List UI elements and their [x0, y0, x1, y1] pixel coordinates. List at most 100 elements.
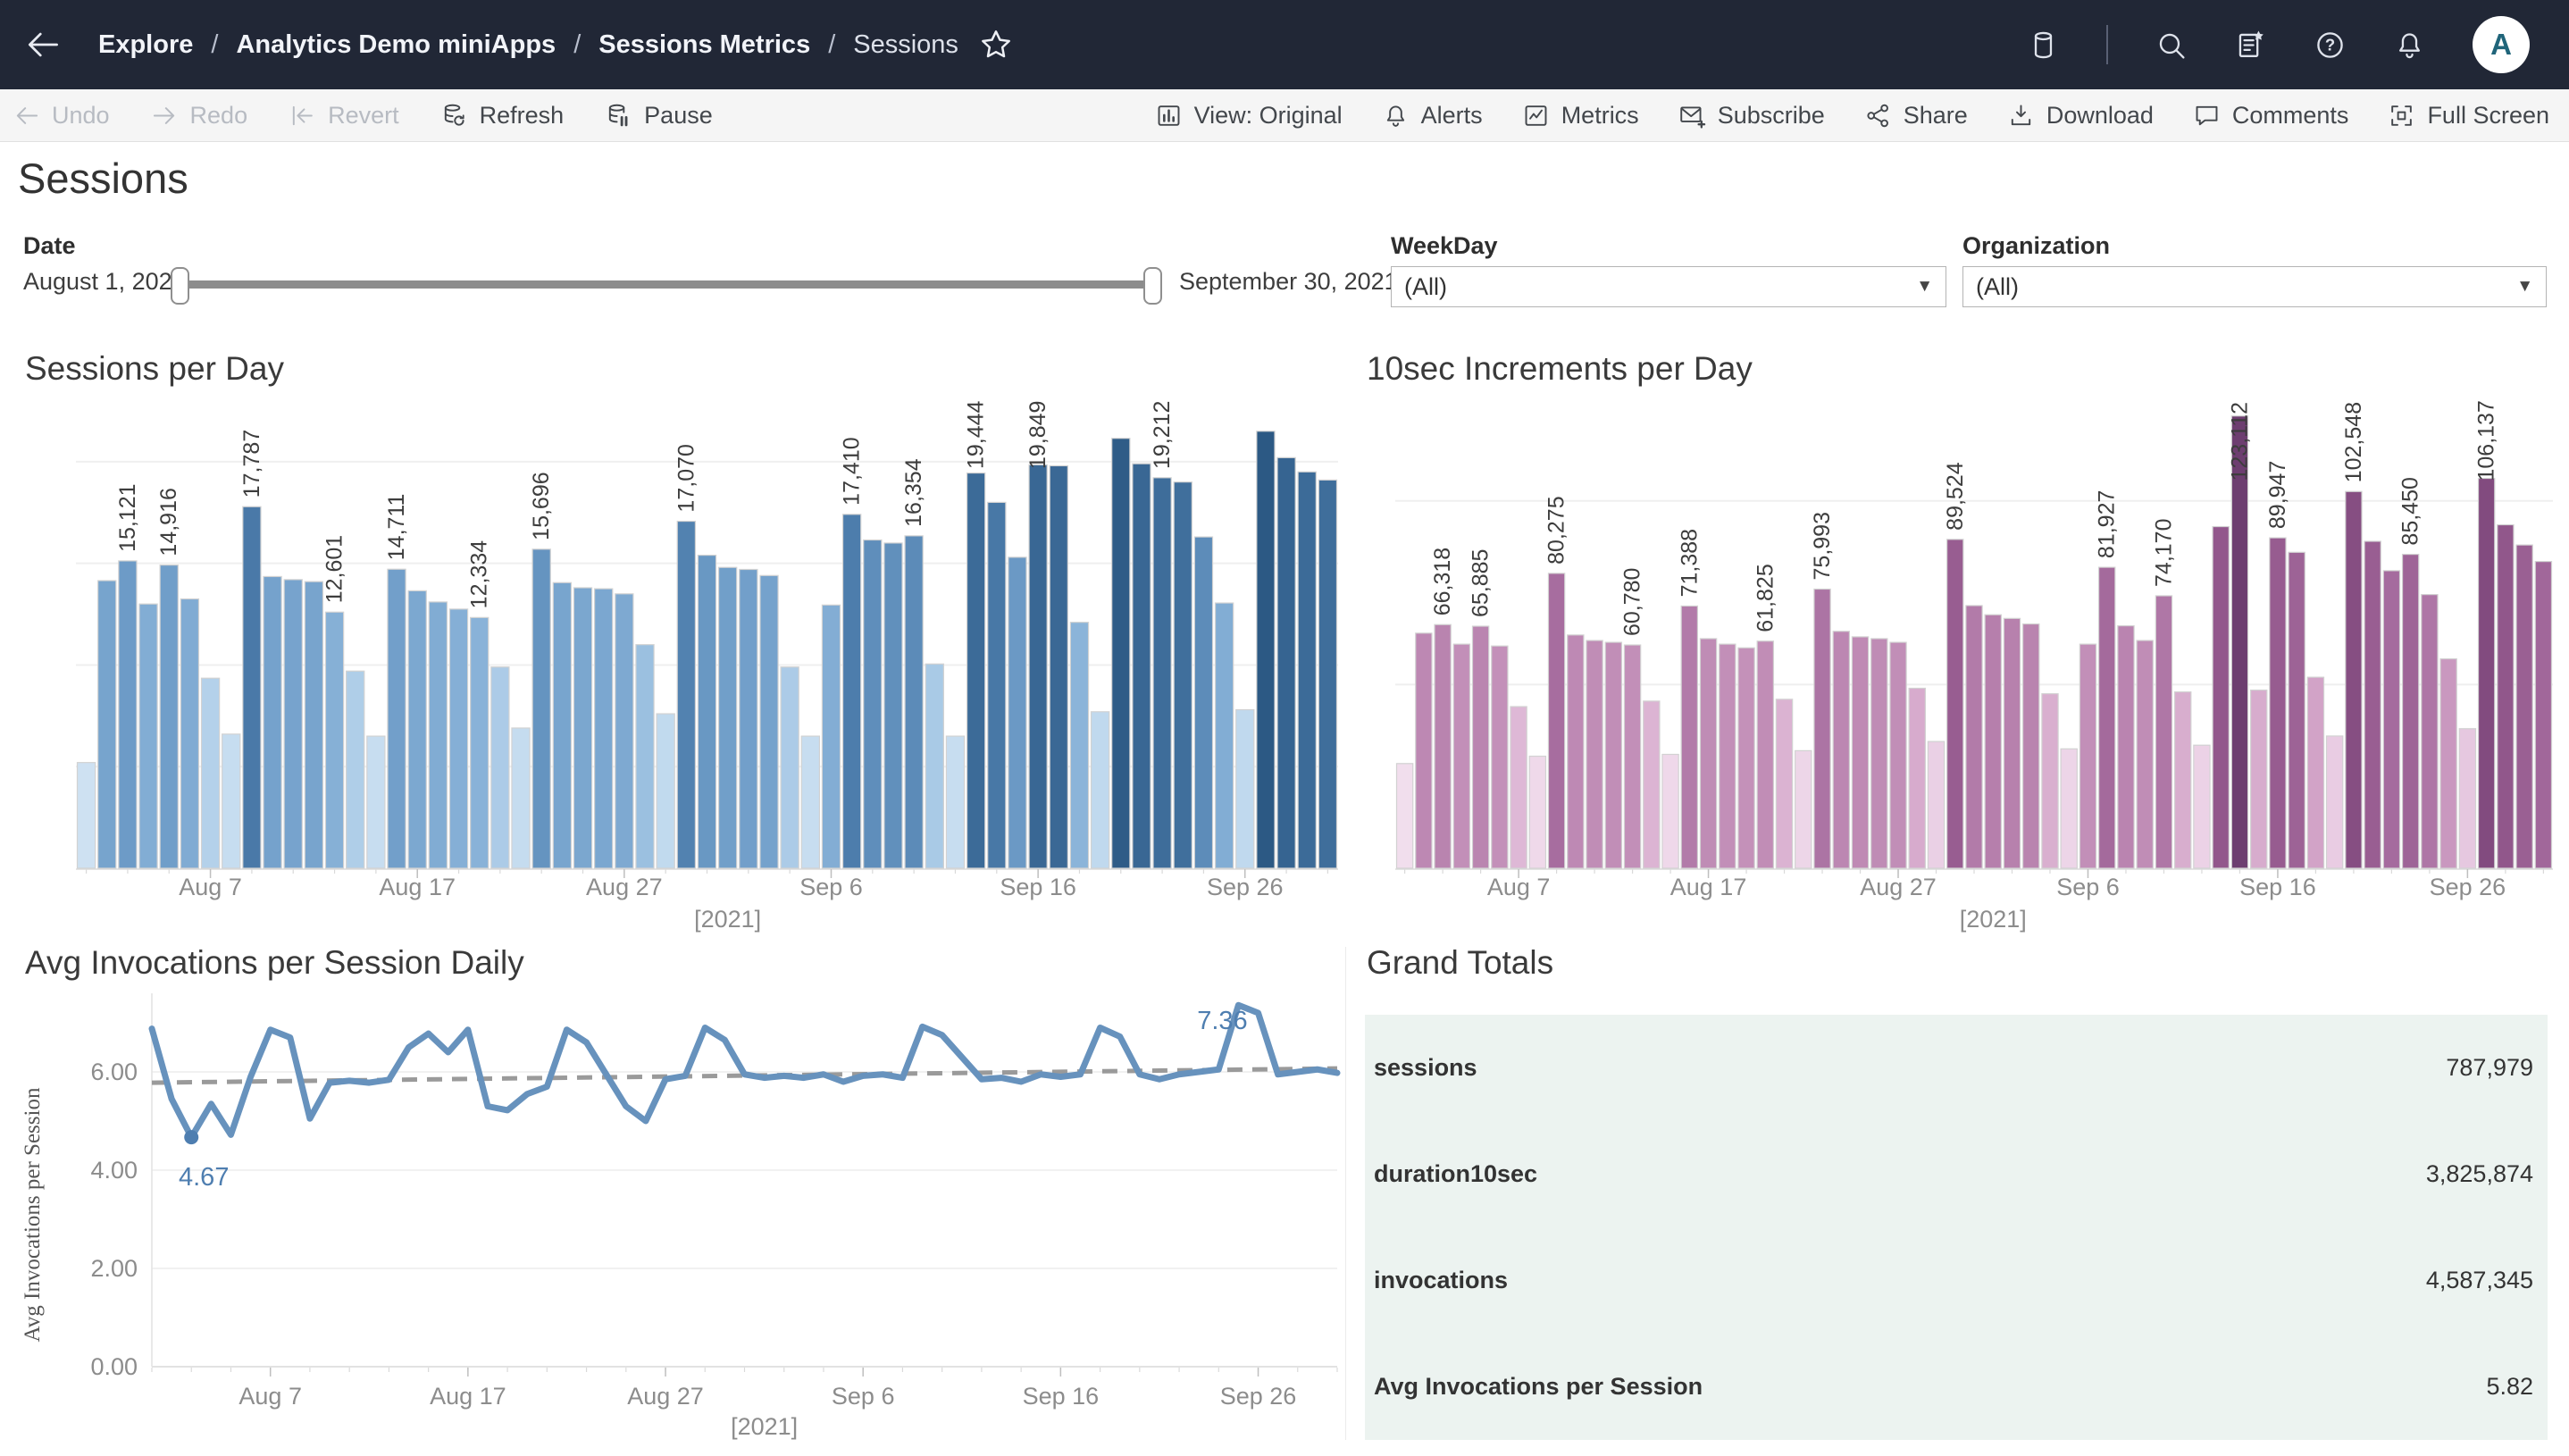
explore-new-icon[interactable]: [2234, 29, 2267, 62]
bar[interactable]: [1008, 557, 1026, 868]
bar[interactable]: [1966, 606, 1982, 868]
bar[interactable]: [222, 734, 240, 868]
bar[interactable]: [98, 581, 116, 868]
bar[interactable]: [1662, 755, 1678, 868]
bar[interactable]: [2270, 538, 2286, 868]
bar[interactable]: [78, 763, 96, 868]
bar[interactable]: [1435, 624, 1451, 868]
toolbar-button-subscribe[interactable]: Subscribe: [1678, 102, 1825, 130]
bar[interactable]: [1216, 603, 1234, 868]
bar[interactable]: [657, 714, 674, 868]
toolbar-button-pause[interactable]: Pause: [605, 102, 713, 130]
bar[interactable]: [925, 664, 943, 868]
bar[interactable]: [1644, 701, 1660, 868]
breadcrumb-item[interactable]: Sessions: [853, 30, 958, 60]
search-icon[interactable]: [2155, 29, 2188, 62]
bar[interactable]: [2516, 545, 2532, 868]
bar[interactable]: [698, 556, 715, 868]
toolbar-button-alerts[interactable]: Alerts: [1382, 102, 1483, 130]
bar[interactable]: [988, 502, 1006, 868]
bar[interactable]: [843, 515, 861, 868]
bar[interactable]: [2079, 644, 2096, 868]
bar[interactable]: [636, 645, 654, 868]
bar[interactable]: [2004, 618, 2020, 868]
bar[interactable]: [2118, 626, 2134, 868]
bar[interactable]: [1985, 615, 2001, 868]
bar[interactable]: [1720, 644, 1736, 868]
bar[interactable]: [1871, 639, 1887, 868]
bar[interactable]: [512, 728, 530, 868]
bar[interactable]: [615, 594, 633, 868]
bar[interactable]: [2327, 736, 2343, 868]
bar[interactable]: [967, 473, 985, 868]
avg-invocations-line-chart[interactable]: 0.002.004.006.00Avg Invocations per Sess…: [16, 983, 1347, 1451]
bar[interactable]: [449, 609, 467, 868]
bar[interactable]: [719, 567, 737, 868]
organization-filter-dropdown[interactable]: (All) ▼: [1962, 266, 2547, 307]
date-range-slider[interactable]: [179, 280, 1154, 289]
bar[interactable]: [1681, 606, 1697, 868]
bar[interactable]: [1092, 712, 1109, 868]
bar[interactable]: [864, 540, 882, 868]
bar[interactable]: [595, 589, 613, 868]
bar[interactable]: [408, 590, 426, 868]
bar[interactable]: [573, 588, 591, 868]
bar[interactable]: [1397, 764, 1413, 868]
bar[interactable]: [2175, 692, 2191, 868]
bar[interactable]: [1153, 478, 1171, 868]
breadcrumb-item[interactable]: Explore: [98, 30, 193, 60]
bar[interactable]: [1277, 457, 1295, 868]
bar[interactable]: [1318, 480, 1336, 868]
user-avatar[interactable]: A: [2473, 16, 2530, 73]
bar[interactable]: [201, 678, 219, 868]
bar[interactable]: [2307, 677, 2323, 868]
bar[interactable]: [471, 617, 489, 868]
toolbar-button-share[interactable]: Share: [1864, 102, 1968, 130]
increments-per-day-bar-chart[interactable]: 66,31865,88580,27560,78071,38861,82575,9…: [1365, 393, 2569, 947]
bar[interactable]: [2251, 690, 2267, 868]
bar[interactable]: [740, 569, 757, 868]
bar[interactable]: [325, 612, 343, 868]
bar[interactable]: [2213, 527, 2229, 868]
bar[interactable]: [1586, 640, 1602, 868]
bar[interactable]: [347, 671, 364, 868]
slider-handle-end[interactable]: [1143, 267, 1162, 305]
bar[interactable]: [284, 580, 302, 868]
bar[interactable]: [1548, 573, 1564, 868]
bar[interactable]: [2137, 640, 2153, 868]
bar[interactable]: [1492, 646, 1508, 868]
bar[interactable]: [139, 604, 157, 868]
bar[interactable]: [1738, 648, 1754, 868]
bar[interactable]: [367, 736, 385, 868]
bar[interactable]: [532, 549, 550, 868]
bar[interactable]: [305, 582, 322, 868]
bar[interactable]: [119, 561, 137, 868]
bar[interactable]: [2383, 571, 2399, 868]
favorite-star-icon[interactable]: [978, 27, 1014, 63]
bar[interactable]: [677, 522, 695, 868]
bar[interactable]: [1174, 482, 1192, 868]
bar[interactable]: [2194, 745, 2210, 868]
toolbar-button-metrics[interactable]: Metrics: [1522, 102, 1639, 130]
back-arrow-icon[interactable]: [23, 25, 63, 64]
bar[interactable]: [1814, 589, 1830, 868]
bar[interactable]: [264, 576, 281, 868]
bar[interactable]: [2403, 555, 2419, 868]
bar[interactable]: [2289, 552, 2305, 868]
bar[interactable]: [1298, 472, 1316, 868]
bar[interactable]: [2459, 729, 2475, 868]
bar[interactable]: [2498, 524, 2514, 868]
bar[interactable]: [2023, 624, 2039, 868]
bar[interactable]: [2440, 659, 2456, 868]
bar[interactable]: [429, 602, 447, 868]
bar[interactable]: [491, 667, 509, 868]
bar[interactable]: [1194, 537, 1212, 868]
bar[interactable]: [1605, 642, 1621, 868]
bar[interactable]: [2346, 491, 2362, 868]
bar[interactable]: [946, 736, 964, 868]
breadcrumb-item[interactable]: Analytics Demo miniApps: [236, 30, 556, 60]
weekday-filter-dropdown[interactable]: (All) ▼: [1391, 266, 1946, 307]
bar[interactable]: [781, 667, 799, 868]
bar[interactable]: [1700, 639, 1716, 868]
bar[interactable]: [1776, 699, 1792, 868]
